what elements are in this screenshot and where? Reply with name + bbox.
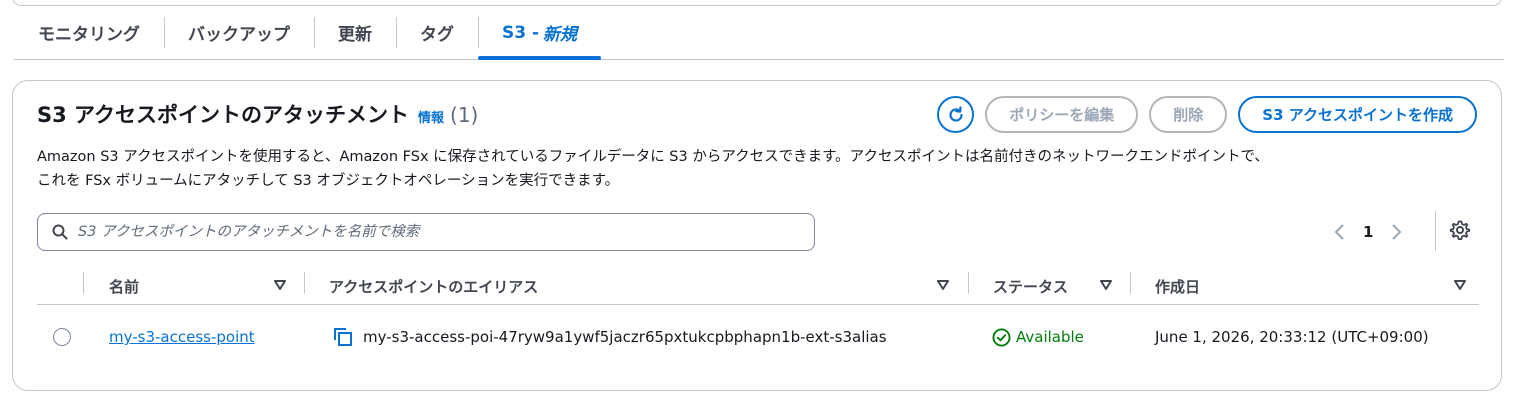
tab-backup[interactable]: バックアップ [164,6,314,59]
info-link[interactable]: 情報 [418,107,444,126]
column-separator [968,272,969,294]
column-separator [1130,272,1131,294]
row-select-cell [53,317,71,357]
tab-label: S3 - [502,22,540,43]
column-header-status[interactable]: ステータス [993,267,1068,305]
header-actions: ポリシーを編集 削除 S3 アクセスポイントを作成 [937,96,1477,133]
tab-tags[interactable]: タグ [396,6,478,59]
refresh-button[interactable] [937,96,975,133]
tab-label: タグ [420,25,454,45]
tab-updates[interactable]: 更新 [314,6,396,59]
alias-cell: my-s3-access-poi-47ryw9a1ywf5jaczr65pxtu… [333,317,887,357]
column-separator [304,272,305,294]
panel-header: S3 アクセスポイントのアタッチメント 情報 (1) [37,99,478,129]
tab-label: 更新 [338,25,372,45]
s3-access-point-attachments-panel: S3 アクセスポイントのアタッチメント 情報 (1) ポリシーを編集 削除 S3… [12,80,1502,391]
sort-caret-icon[interactable] [274,280,286,290]
description-line-1: Amazon S3 アクセスポイントを使用すると、Amazon FSx に保存さ… [37,149,1269,165]
column-header-alias[interactable]: アクセスポイントのエイリアス [329,267,538,305]
alias-value: my-s3-access-poi-47ryw9a1ywf5jaczr65pxtu… [363,328,887,346]
delete-button[interactable]: 削除 [1149,96,1228,133]
panel-description: Amazon S3 アクセスポイントを使用すると、Amazon FSx に保存さ… [37,145,1467,193]
status-value: Available [1016,328,1084,346]
name-cell: my-s3-access-point [109,317,255,357]
table-header: 名前 アクセスポイントのエイリアス ステータス 作成日 [37,267,1479,305]
chevron-left-icon[interactable] [1333,223,1347,241]
sort-caret-icon[interactable] [937,280,949,290]
tab-monitoring[interactable]: モニタリング [14,6,164,59]
status-cell: Available [992,317,1084,357]
row-radio[interactable] [53,328,71,346]
column-header-name[interactable]: 名前 [109,267,139,305]
tab-label: バックアップ [188,25,290,45]
copy-icon[interactable] [333,327,353,347]
panel-title: S3 アクセスポイントのアタッチメント [37,103,409,127]
new-badge: 新規 [543,25,578,45]
search-icon [52,224,68,240]
description-line-2: これを FSx ボリュームにアタッチして S3 オブジェクトオペレーションを実行… [37,173,620,189]
tab-label: モニタリング [38,25,140,45]
column-header-created[interactable]: 作成日 [1155,267,1200,305]
tab-bar: モニタリング バックアップ 更新 タグ S3 - 新規 [14,6,1504,60]
sort-caret-icon[interactable] [1100,280,1112,290]
chevron-right-icon[interactable] [1389,223,1403,241]
search-box[interactable] [37,213,815,251]
divider [1435,211,1436,251]
access-point-name-link[interactable]: my-s3-access-point [109,328,255,346]
current-page[interactable]: 1 [1363,223,1373,241]
created-value: June 1, 2026, 20:33:12 (UTC+09:00) [1155,328,1429,346]
edit-policy-button[interactable]: ポリシーを編集 [985,96,1139,133]
created-cell: June 1, 2026, 20:33:12 (UTC+09:00) [1155,317,1429,357]
status-check-icon [992,327,1011,347]
tab-s3-new[interactable]: S3 - 新規 [478,6,602,60]
settings-gear-icon[interactable] [1449,219,1471,241]
item-count: (1) [450,103,479,127]
pagination: 1 [1333,215,1403,249]
search-input[interactable] [76,223,776,241]
column-separator [83,272,84,294]
table-row: my-s3-access-point my-s3-access-poi-47ry… [37,317,1479,357]
refresh-icon [949,105,963,122]
sort-caret-icon[interactable] [1454,280,1466,290]
create-access-point-button[interactable]: S3 アクセスポイントを作成 [1238,96,1477,133]
